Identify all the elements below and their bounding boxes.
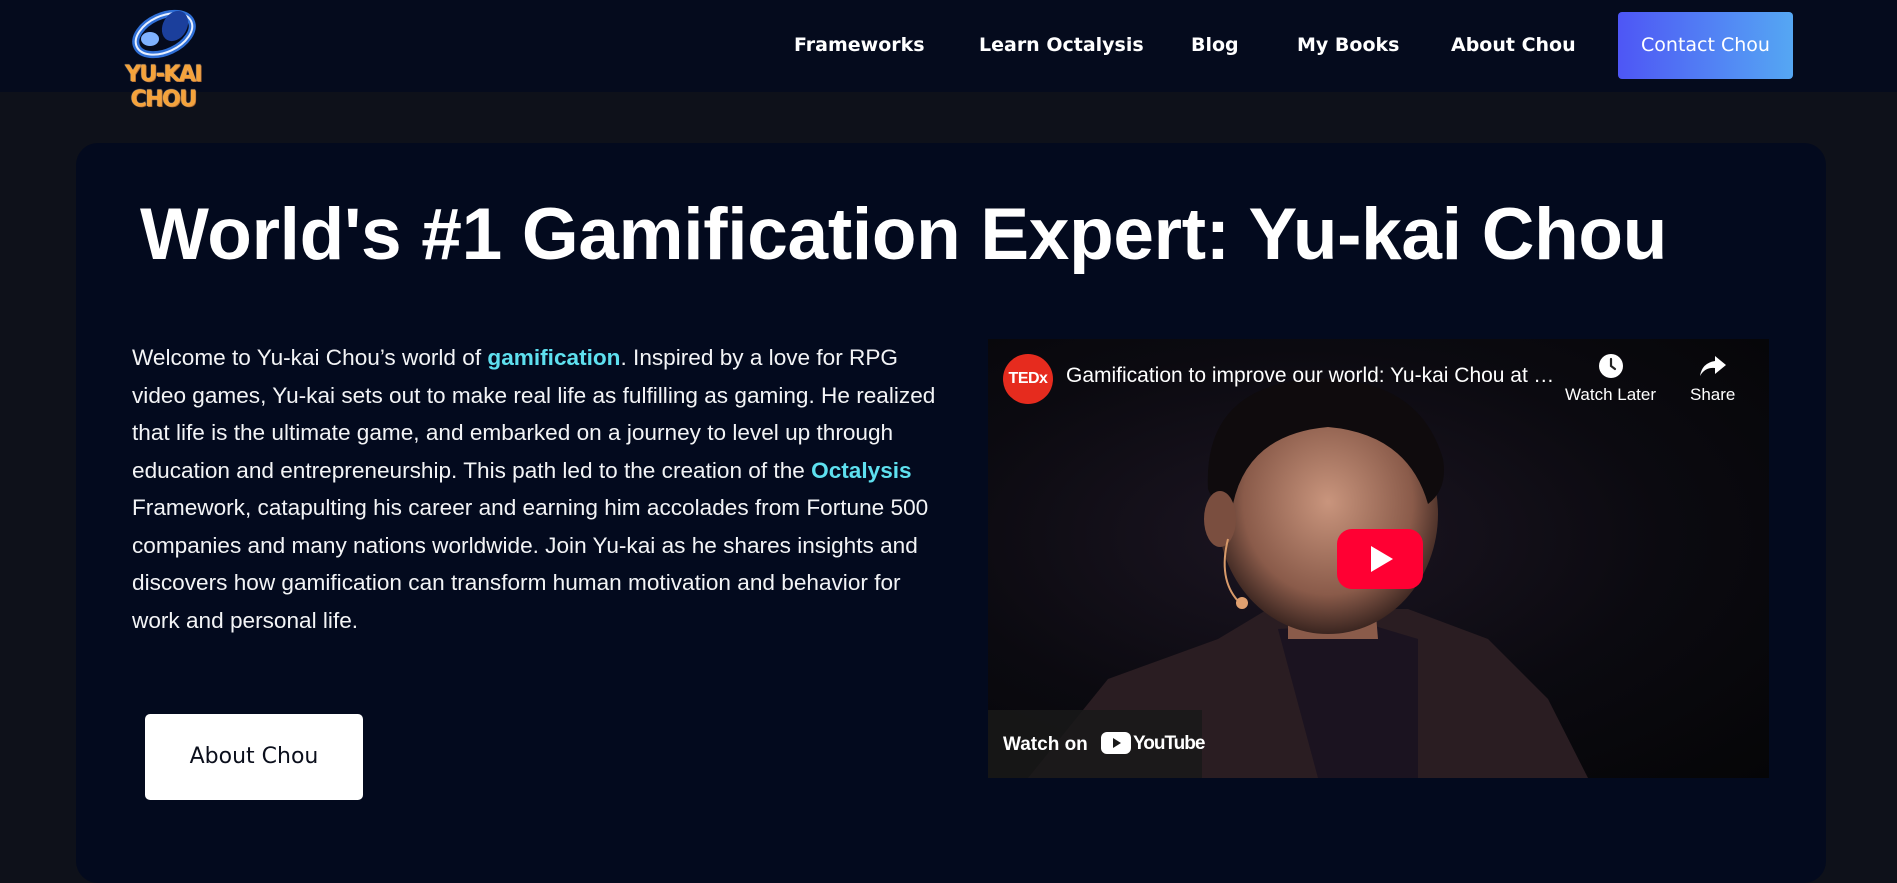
play-icon[interactable]: [1337, 529, 1423, 589]
page-title: World's #1 Gamification Expert: Yu-kai C…: [140, 194, 1667, 275]
gamification-link[interactable]: gamification: [487, 345, 620, 370]
intro-text-1: Welcome to Yu-kai Chou’s world of: [132, 345, 488, 370]
video-embed[interactable]: TEDx Gamification to improve our world: …: [988, 339, 1769, 778]
youtube-icon: [1101, 732, 1131, 754]
watch-later-button[interactable]: Watch Later: [1565, 353, 1656, 405]
contact-button[interactable]: Contact Chou: [1618, 12, 1793, 79]
nav-blog[interactable]: Blog: [1191, 34, 1239, 56]
nav-my-books[interactable]: My Books: [1297, 34, 1399, 56]
share-button[interactable]: Share: [1690, 353, 1735, 405]
nav-frameworks[interactable]: Frameworks: [794, 34, 925, 56]
intro-text-3: Framework, catapulting his career and ea…: [132, 495, 929, 633]
watch-on-label: Watch on: [1003, 734, 1088, 755]
share-label: Share: [1690, 385, 1736, 404]
octalysis-link[interactable]: Octalysis: [811, 458, 911, 483]
site-logo[interactable]: YU-KAI CHOU: [94, 4, 232, 112]
nav-learn-octalysis[interactable]: Learn Octalysis: [979, 34, 1144, 56]
about-chou-button[interactable]: About Chou: [145, 714, 363, 800]
intro-paragraph: Welcome to Yu-kai Chou’s world of gamifi…: [132, 339, 944, 639]
logo-wordmark: YU-KAI CHOU: [124, 62, 203, 112]
watch-on-youtube-button[interactable]: Watch on YouTube: [988, 710, 1205, 778]
clock-icon: [1598, 354, 1623, 378]
share-icon: [1699, 356, 1726, 376]
nav-about-chou[interactable]: About Chou: [1451, 34, 1576, 56]
channel-avatar[interactable]: TEDx: [1003, 354, 1053, 404]
site-header: YU-KAI CHOU Frameworks Learn Octalysis B…: [0, 0, 1897, 112]
youtube-wordmark: YouTube: [1133, 733, 1205, 754]
video-title[interactable]: Gamification to improve our world: Yu-ka…: [1066, 364, 1556, 388]
watch-later-label: Watch Later: [1565, 385, 1657, 404]
logo-swoosh-icon: [132, 9, 196, 59]
